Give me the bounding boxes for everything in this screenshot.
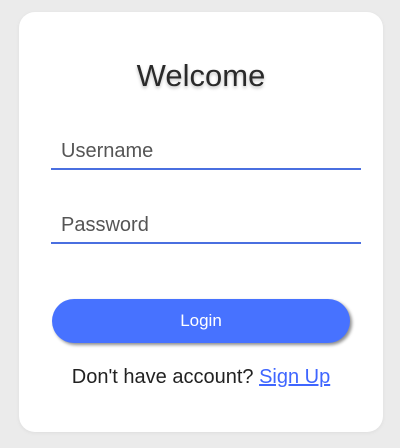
signup-row: Don't have account? Sign Up bbox=[19, 366, 383, 389]
signup-prompt: Don't have account? bbox=[71, 366, 254, 388]
password-input[interactable] bbox=[51, 208, 361, 244]
page-title: Welcome bbox=[136, 58, 266, 93]
login-button[interactable]: Login bbox=[52, 299, 350, 343]
login-card: Welcome Login Don't have account? Sign U… bbox=[19, 12, 383, 432]
signup-link[interactable]: Sign Up bbox=[259, 366, 330, 388]
username-input[interactable] bbox=[51, 134, 361, 170]
